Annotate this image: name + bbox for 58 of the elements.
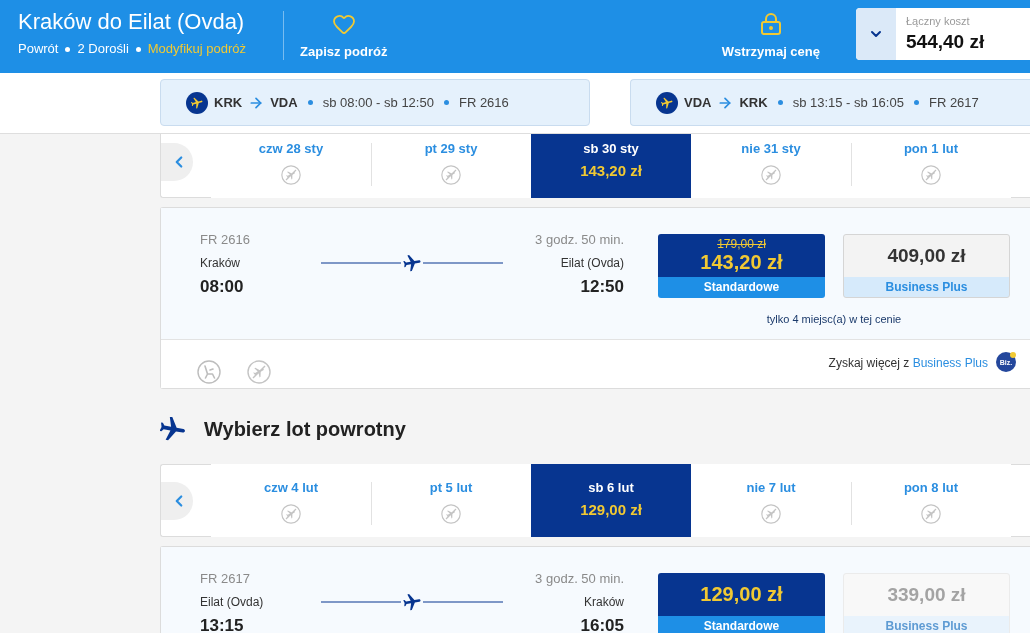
total-label: Łączny koszt: [906, 15, 971, 28]
heart-icon: [331, 12, 356, 36]
save-trip-button[interactable]: Zapisz podróż: [284, 0, 404, 73]
previous-dates-button[interactable]: [161, 142, 193, 181]
arrival-time: 12:50: [580, 277, 624, 297]
fare-option[interactable]: 409,00 zł Business Plus: [843, 234, 1010, 298]
upsell-text: Zyskaj więcej z Business Plus: [828, 355, 988, 372]
date-tab[interactable]: czw 4 lut: [211, 464, 371, 537]
arrival-city: Eilat (Ovda): [560, 256, 624, 270]
section-heading: Wybierz lot powrotny: [204, 417, 406, 441]
date-tab[interactable]: sb 6 lut 129,00 zł: [531, 464, 691, 537]
fare-option[interactable]: 179,00 zł 143,20 zł Standardowe: [658, 234, 825, 298]
crossed-plane-icon: [921, 165, 941, 185]
date-tab[interactable]: sb 30 sty 143,20 zł: [531, 134, 691, 198]
flight-tab[interactable]: VDA KRK sb 13:15 - sb 16:05 FR 2617: [630, 79, 1030, 126]
crossed-plane-icon: [441, 165, 461, 185]
dot-icon: [443, 100, 449, 105]
total-price: 544,40 zł: [906, 31, 985, 53]
flight-tab[interactable]: KRK VDA sb 08:00 - sb 12:50 FR 2616: [160, 79, 590, 126]
lock-icon: [758, 12, 783, 36]
crossed-plane-icon: [921, 504, 941, 524]
fare-option[interactable]: 129,00 zł Standardowe: [658, 573, 825, 633]
seats-left-note: tylko 4 miejsc(a) w tej cenie: [766, 312, 902, 326]
arrival-city: Kraków: [584, 595, 624, 609]
passenger-count: 2 Dorośli: [77, 41, 129, 57]
dot-icon: [777, 100, 783, 105]
trip-type: Powrót: [18, 41, 59, 57]
business-plus-link[interactable]: Business Plus: [912, 356, 988, 370]
flight-duration: 3 godz. 50 min.: [535, 570, 624, 586]
crossed-plane-icon: [281, 165, 301, 185]
hold-price-button[interactable]: Wstrzymaj cenę: [705, 0, 836, 73]
crossed-plane-icon: [761, 504, 781, 524]
date-tab[interactable]: pt 5 lut: [371, 464, 531, 537]
crossed-plane-icon: [281, 504, 301, 524]
arrival-time: 16:05: [580, 616, 624, 633]
trip-title: Kraków do Eilat (Ovda): [18, 9, 246, 35]
flight-number: FR 2616: [200, 231, 250, 247]
dot-icon: [913, 100, 919, 105]
flight-duration: 3 godz. 50 min.: [535, 231, 624, 247]
previous-dates-button[interactable]: [161, 481, 193, 520]
flight-number: FR 2617: [200, 570, 250, 586]
dot-icon: [65, 46, 71, 52]
seat-icon: [197, 360, 221, 384]
dot-icon: [135, 46, 141, 52]
departure-city: Kraków: [200, 256, 240, 270]
plane-icon: [656, 91, 678, 114]
departure-city: Eilat (Ovda): [200, 595, 264, 609]
departure-time: 08:00: [200, 277, 244, 297]
date-tab[interactable]: pon 8 lut: [851, 464, 1011, 537]
plane-icon: [160, 416, 185, 442]
crossed-plane-icon: [247, 360, 271, 384]
crossed-plane-icon: [441, 504, 461, 524]
dot-icon: [307, 100, 313, 105]
departure-time: 13:15: [200, 616, 244, 633]
modify-trip-link[interactable]: Modyfikuj podróż: [147, 41, 247, 57]
date-tab[interactable]: nie 7 lut: [691, 464, 851, 537]
crossed-plane-icon: [761, 165, 781, 185]
plane-icon: [186, 91, 208, 114]
